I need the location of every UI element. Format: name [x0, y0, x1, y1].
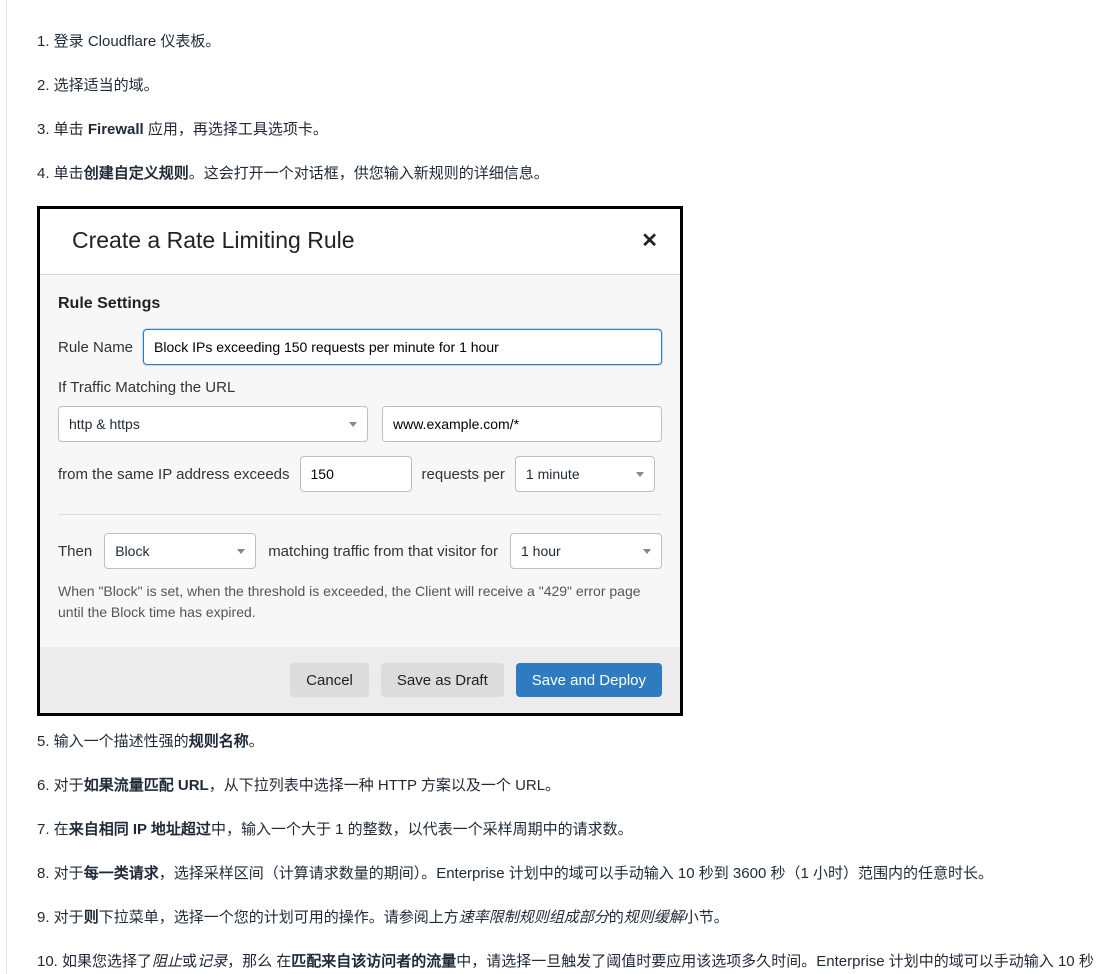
step-5-bold: 规则名称: [189, 733, 249, 750]
step-1: 1. 登录 Cloudflare 仪表板。: [37, 30, 1100, 54]
exceed-row: from the same IP address exceeds request…: [58, 456, 662, 515]
modal-header: Create a Rate Limiting Rule ✕: [40, 209, 680, 275]
step-4-bold: 创建自定义规则: [84, 165, 189, 182]
step-3: 3. 单击 Firewall 应用，再选择工具选项卡。: [37, 118, 1100, 142]
rate-limit-modal: Create a Rate Limiting Rule ✕ Rule Setti…: [37, 206, 683, 716]
period-select[interactable]: 1 minute: [515, 456, 655, 492]
step-7-bold: 来自相同 IP 地址超过: [69, 821, 211, 838]
document-content: 1. 登录 Cloudflare 仪表板。 2. 选择适当的域。 3. 单击 F…: [6, 0, 1100, 974]
traffic-row: http & https: [58, 406, 662, 442]
step-10-pre: 10. 如果您选择了: [37, 953, 152, 970]
step-8-bold: 每一类请求: [84, 865, 159, 882]
step-7-pre: 7. 在: [37, 821, 69, 838]
step-4-pre: 4. 单击: [37, 165, 84, 182]
step-4-post: 。这会打开一个对话框，供您输入新规则的详细信息。: [189, 165, 549, 182]
url-input[interactable]: [382, 406, 662, 442]
action-select[interactable]: Block: [104, 533, 256, 569]
rule-name-row: Rule Name: [58, 329, 662, 365]
modal-footer: Cancel Save as Draft Save and Deploy: [40, 647, 680, 713]
step-10-em2: 记录: [197, 953, 227, 970]
save-draft-button[interactable]: Save as Draft: [381, 663, 504, 697]
step-7-post: 中，输入一个大于 1 的整数，以代表一个采样周期中的请求数。: [211, 821, 633, 838]
step-9-bold: 则: [84, 909, 99, 926]
section-title: Rule Settings: [58, 295, 662, 313]
step-2: 2. 选择适当的域。: [37, 74, 1100, 98]
step-10-bold: 匹配来自该访问者的流量: [291, 953, 456, 970]
step-6-post: ，从下拉列表中选择一种 HTTP 方案以及一个 URL。: [209, 777, 560, 794]
step-8: 8. 对于每一类请求，选择采样区间（计算请求数量的期间）。Enterprise …: [37, 862, 1100, 886]
step-9: 9. 对于则下拉菜单，选择一个您的计划可用的操作。请参阅上方速率限制规则组成部分…: [37, 906, 1100, 930]
step-3-bold: Firewall: [88, 121, 144, 138]
step-8-pre: 8. 对于: [37, 865, 84, 882]
step-10-em1: 阻止: [152, 953, 182, 970]
from-same-ip-label: from the same IP address exceeds: [58, 466, 290, 483]
step-9-post: 小节。: [684, 909, 729, 926]
action-value: Block: [115, 543, 149, 559]
step-9-em2: 规则缓解: [624, 909, 684, 926]
then-row: Then Block matching traffic from that vi…: [58, 533, 662, 569]
step-6-bold: 如果流量匹配 URL: [84, 777, 209, 794]
step-7: 7. 在来自相同 IP 地址超过中，输入一个大于 1 的整数，以代表一个采样周期…: [37, 818, 1100, 842]
step-3-pre: 3. 单击: [37, 121, 88, 138]
close-icon[interactable]: ✕: [641, 231, 658, 251]
step-8-post: ，选择采样区间（计算请求数量的期间）。Enterprise 计划中的域可以手动输…: [159, 865, 993, 882]
threshold-input[interactable]: [300, 456, 412, 492]
save-deploy-button[interactable]: Save and Deploy: [516, 663, 662, 697]
matching-for-label: matching traffic from that visitor for: [268, 543, 498, 560]
duration-value: 1 hour: [521, 543, 561, 559]
helper-text: When "Block" is set, when the threshold …: [58, 581, 662, 623]
step-3-post: 应用，再选择工具选项卡。: [144, 121, 328, 138]
step-9-mid2: 的: [609, 909, 624, 926]
traffic-label: If Traffic Matching the URL: [58, 379, 662, 396]
duration-select[interactable]: 1 hour: [510, 533, 662, 569]
step-10-post: 中，请选择一旦触发了阈值时要应用该选项多久时间。Enterprise 计划中的域…: [456, 953, 1094, 970]
step-10-mid2: ，那么 在: [227, 953, 291, 970]
step-9-em1: 速率限制规则组成部分: [459, 909, 609, 926]
step-4: 4. 单击创建自定义规则。这会打开一个对话框，供您输入新规则的详细信息。: [37, 162, 1100, 186]
step-5-post: 。: [249, 733, 264, 750]
modal-body: Rule Settings Rule Name If Traffic Match…: [40, 275, 680, 647]
step-5-pre: 5. 输入一个描述性强的: [37, 733, 189, 750]
step-6-pre: 6. 对于: [37, 777, 84, 794]
scheme-select[interactable]: http & https: [58, 406, 368, 442]
rule-name-label: Rule Name: [58, 339, 133, 356]
step-6: 6. 对于如果流量匹配 URL，从下拉列表中选择一种 HTTP 方案以及一个 U…: [37, 774, 1100, 798]
step-10: 10. 如果您选择了阻止或记录，那么 在匹配来自该访问者的流量中，请选择一旦触发…: [37, 950, 1100, 974]
modal-title: Create a Rate Limiting Rule: [72, 227, 355, 254]
cancel-button[interactable]: Cancel: [290, 663, 369, 697]
period-value: 1 minute: [526, 466, 580, 482]
rule-name-input[interactable]: [143, 329, 662, 365]
step-5: 5. 输入一个描述性强的规则名称。: [37, 730, 1100, 754]
then-label: Then: [58, 543, 92, 560]
requests-per-label: requests per: [422, 466, 505, 483]
step-9-mid: 下拉菜单，选择一个您的计划可用的操作。请参阅上方: [99, 909, 459, 926]
step-10-mid1: 或: [182, 953, 197, 970]
step-9-pre: 9. 对于: [37, 909, 84, 926]
scheme-value: http & https: [69, 416, 140, 432]
